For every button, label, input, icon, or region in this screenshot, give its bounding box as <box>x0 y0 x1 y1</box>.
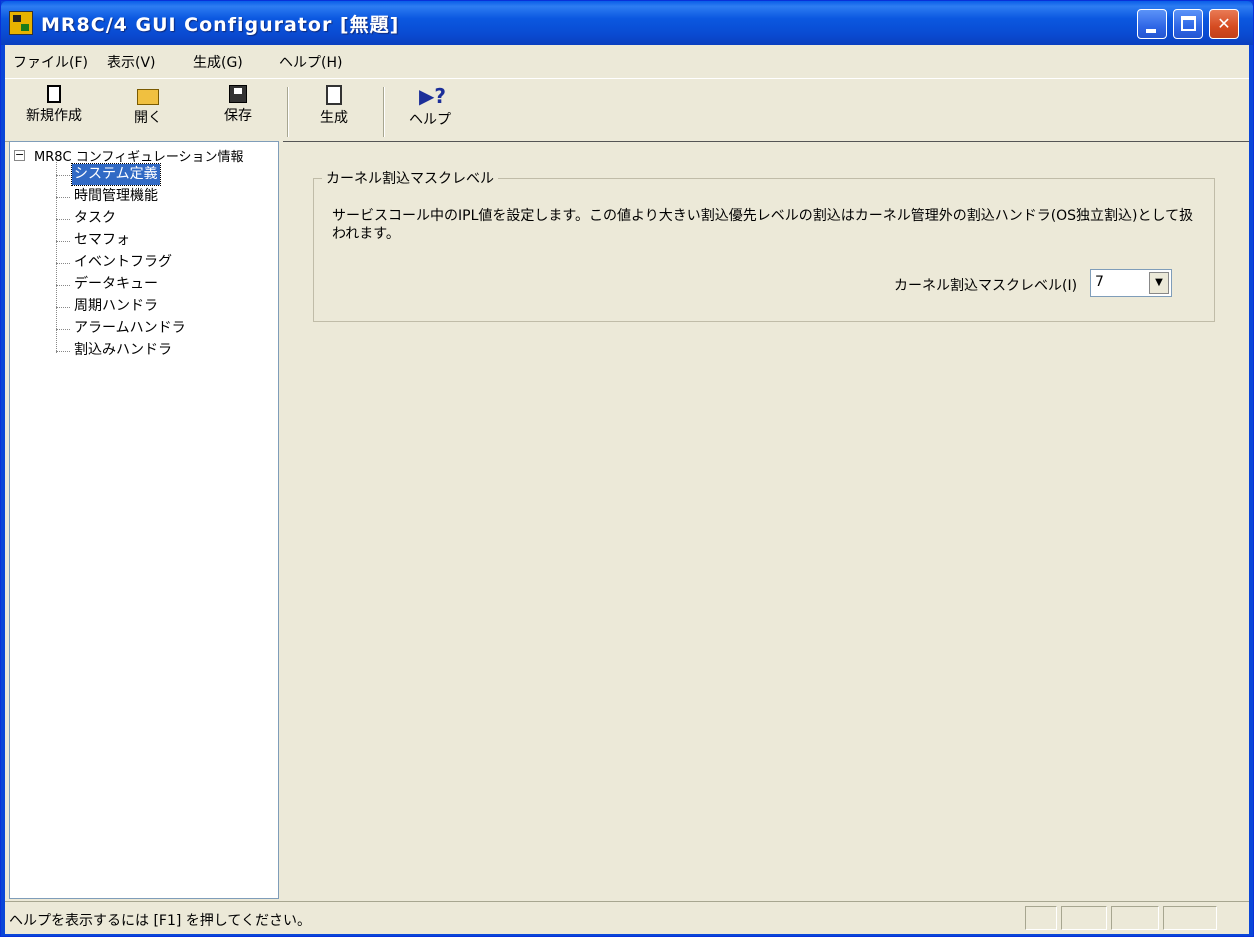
new-button-label: 新規作成 <box>26 108 82 124</box>
tree-item-eventflag[interactable]: イベントフラグ <box>56 252 174 273</box>
content-panel: カーネル割込マスクレベル サービスコール中のIPL値を設定します。この値より大き… <box>283 141 1249 899</box>
save-button[interactable]: 保存 <box>203 85 273 125</box>
tree-item-task[interactable]: タスク <box>56 208 118 229</box>
chevron-down-icon[interactable]: ▼ <box>1149 272 1169 294</box>
menu-generate[interactable]: 生成(G) <box>193 52 243 72</box>
menu-bar: ファイル(F) 表示(V) 生成(G) ヘルプ(H) <box>5 49 1249 75</box>
help-button-label: ヘルプ <box>409 112 451 128</box>
open-button-label: 開く <box>134 110 162 126</box>
tree-item-interrupt-handler[interactable]: 割込みハンドラ <box>56 340 174 361</box>
toolbar-separator <box>383 87 385 137</box>
group-title: カーネル割込マスクレベル <box>322 168 498 188</box>
floppy-disk-icon <box>229 85 247 103</box>
help-pointer-icon: ▶? <box>419 84 446 108</box>
tree-root[interactable]: − MR8C コンフィギュレーション情報 <box>14 146 244 165</box>
config-tree[interactable]: − MR8C コンフィギュレーション情報 システム定義 時間管理機能 タスク セ… <box>9 141 279 899</box>
tree-item-semaphore[interactable]: セマフォ <box>56 230 132 251</box>
status-text: ヘルプを表示するには [F1] を押してください。 <box>9 913 311 929</box>
help-button[interactable]: ▶? ヘルプ <box>395 85 465 129</box>
generate-document-icon <box>326 85 342 105</box>
status-panel <box>1163 906 1217 930</box>
tree-item-time-management[interactable]: 時間管理機能 <box>56 186 160 207</box>
tree-item-alarm-handler[interactable]: アラームハンドラ <box>56 318 188 339</box>
description-text: サービスコール中のIPL値を設定します。この値より大きい割込優先レベルの割込はカ… <box>332 208 1194 242</box>
tree-item-system-definition[interactable]: システム定義 <box>56 163 161 186</box>
save-button-label: 保存 <box>224 108 252 124</box>
menu-view[interactable]: 表示(V) <box>107 52 156 72</box>
new-button[interactable]: 新規作成 <box>19 85 89 125</box>
close-button[interactable]: ✕ <box>1209 9 1239 39</box>
menu-file[interactable]: ファイル(F) <box>13 52 88 72</box>
status-panel <box>1111 906 1159 930</box>
client-area: ファイル(F) 表示(V) 生成(G) ヘルプ(H) 新規作成 開く 保存 生成 <box>5 45 1249 934</box>
title-bar[interactable]: MR8C/4 GUI Configurator [無題] ✕ <box>1 1 1253 45</box>
mask-level-value: 7 <box>1095 274 1104 290</box>
generate-button-label: 生成 <box>320 110 348 126</box>
collapse-icon[interactable]: − <box>14 149 25 161</box>
maximize-icon <box>1181 16 1196 31</box>
menu-help[interactable]: ヘルプ(H) <box>279 52 342 72</box>
window-title: MR8C/4 GUI Configurator [無題] <box>41 14 400 36</box>
open-button[interactable]: 開く <box>113 85 183 127</box>
minimize-icon <box>1146 29 1156 33</box>
tree-item-dataqueue[interactable]: データキュー <box>56 274 160 295</box>
app-icon[interactable] <box>9 11 33 35</box>
mask-level-combobox[interactable]: 7 ▼ <box>1090 269 1172 297</box>
status-panel <box>1025 906 1057 930</box>
generate-button[interactable]: 生成 <box>299 85 369 127</box>
tree-item-cyclic-handler[interactable]: 周期ハンドラ <box>56 296 160 317</box>
toolbar-separator <box>287 87 289 137</box>
new-document-icon <box>47 85 61 103</box>
minimize-button[interactable] <box>1137 9 1167 39</box>
mask-level-label: カーネル割込マスクレベル(I) <box>894 278 1078 294</box>
status-panel <box>1061 906 1107 930</box>
toolbar: 新規作成 開く 保存 生成 ▶? ヘルプ <box>5 78 1249 142</box>
status-bar: ヘルプを表示するには [F1] を押してください。 <box>5 901 1249 935</box>
tree-root-label[interactable]: MR8C コンフィギュレーション情報 <box>34 150 244 165</box>
tree-connector <box>56 162 57 353</box>
maximize-button[interactable] <box>1173 9 1203 39</box>
kernel-mask-groupbox: カーネル割込マスクレベル サービスコール中のIPL値を設定します。この値より大き… <box>313 168 1215 322</box>
app-window: MR8C/4 GUI Configurator [無題] ✕ ファイル(F) 表… <box>0 0 1254 937</box>
open-folder-icon <box>137 89 159 105</box>
